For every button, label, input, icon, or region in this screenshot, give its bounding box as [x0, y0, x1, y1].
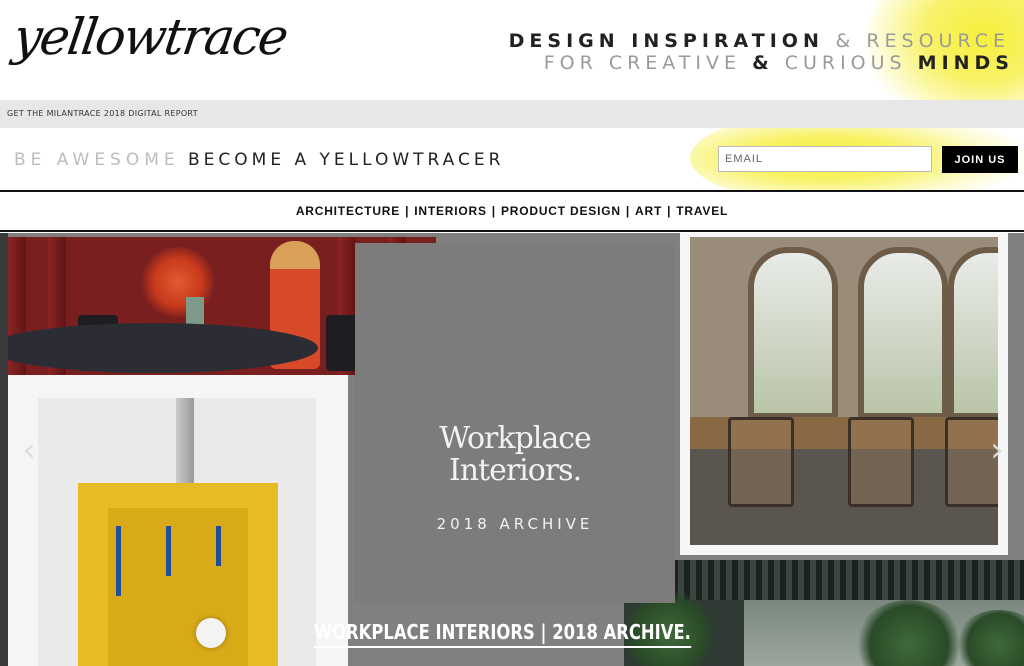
email-input[interactable]	[718, 146, 932, 172]
hero-left-edge	[0, 233, 8, 666]
site-logo[interactable]: yellowtrace	[10, 8, 290, 66]
brand-subtitle: 2018 ARCHIVE	[436, 515, 594, 533]
digital-report-link[interactable]: GET THE MILANTRACE 2018 DIGITAL REPORT	[7, 109, 198, 118]
tagline-light-part: FOR CREATIVE	[543, 52, 742, 74]
hero-photo-plant-office	[624, 560, 1024, 666]
blue-strip	[116, 526, 121, 596]
hero-center-card: Workplace Interiors. 2018 ARCHIVE	[355, 243, 675, 603]
globe-lamp	[196, 618, 226, 648]
become-yellowtracer-text: BECOME A YELLOWTRACER	[188, 150, 505, 170]
chevron-right-icon[interactable]: ›	[984, 430, 1010, 470]
nav-separator: |	[667, 204, 672, 218]
main-nav: ARCHITECTURE | INTERIORS | PRODUCT DESIGN | AR…	[0, 192, 1024, 232]
site-header: yellowtrace DESIGN INSPIRATION & RESOURC…	[0, 0, 1024, 100]
flowers	[138, 247, 218, 317]
arched-window	[858, 247, 948, 419]
tagline-light-part: & RESOURCE	[835, 30, 1010, 52]
cantilever-chair	[728, 417, 794, 507]
cantilever-chair	[848, 417, 914, 507]
tagline-light-part-2: CURIOUS	[784, 52, 907, 74]
tagline-line-2: FOR CREATIVE & CURIOUS MINDS	[544, 52, 1014, 74]
nav-item-product-design[interactable]: PRODUCT DESIGN	[501, 204, 621, 218]
nav-separator: |	[491, 204, 496, 218]
tagline-bold-part: DESIGN INSPIRATION	[508, 30, 824, 52]
promo-bar: GET THE MILANTRACE 2018 DIGITAL REPORT	[0, 100, 1024, 128]
arched-window	[948, 247, 998, 419]
chevron-left-icon[interactable]: ‹	[16, 430, 42, 470]
nav-items: ARCHITECTURE | INTERIORS | PRODUCT DESIGN | AR…	[0, 204, 1024, 218]
be-awesome-text: BE AWESOME	[14, 150, 180, 170]
tagline-amp: &	[752, 52, 774, 74]
join-us-button[interactable]: JOIN US	[942, 146, 1018, 173]
brand-title-line-1: Workplace	[439, 421, 592, 456]
hero-caption-link[interactable]: WORKPLACE INTERIORS | 2018 ARCHIVE.	[314, 620, 691, 648]
nav-separator: |	[405, 204, 410, 218]
blue-strip	[166, 526, 171, 576]
brand-title: Workplace Interiors.	[355, 423, 675, 487]
nav-item-art[interactable]: ART	[635, 204, 662, 218]
nav-item-interiors[interactable]: INTERIORS	[414, 204, 487, 218]
hero-slider[interactable]: Workplace Interiors. 2018 ARCHIVE	[0, 233, 1024, 666]
tagline-bold-part: MINDS	[917, 52, 1014, 74]
nav-item-architecture[interactable]: ARCHITECTURE	[296, 204, 400, 218]
pendant-light	[176, 398, 194, 488]
blue-strip	[216, 526, 221, 566]
hero-photo-yellow-room	[38, 398, 316, 666]
hero-photo-arched-office	[690, 237, 998, 545]
yellow-alcove	[108, 508, 248, 666]
nav-separator: |	[625, 204, 631, 218]
nav-item-travel[interactable]: TRAVEL	[676, 204, 728, 218]
tagline-line-1: DESIGN INSPIRATION & RESOURCE	[509, 30, 1010, 52]
arched-window	[748, 247, 838, 419]
signup-bar: BE AWESOME BECOME A YELLOWTRACER JOIN US	[0, 128, 1024, 192]
brand-title-line-2: Interiors.	[448, 453, 582, 488]
